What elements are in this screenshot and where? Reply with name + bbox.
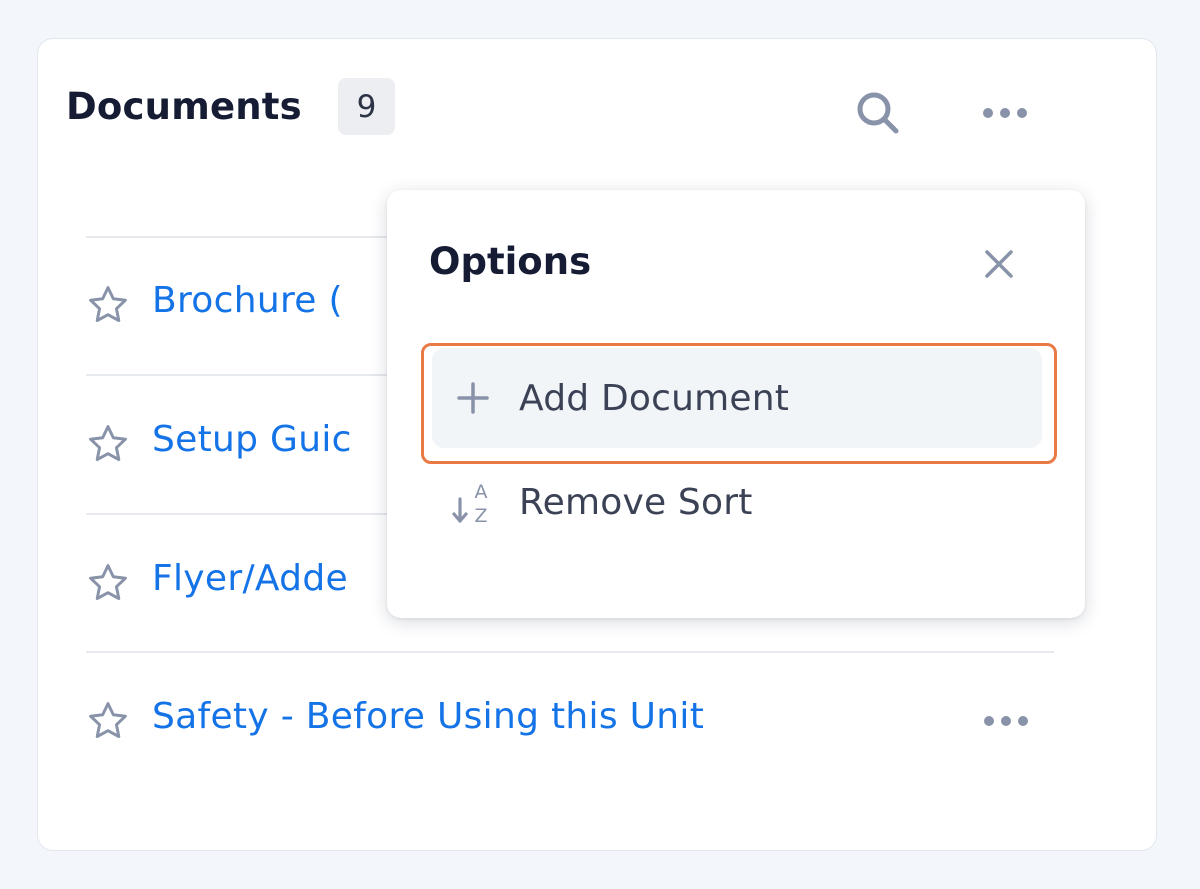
row-more-button[interactable] xyxy=(976,691,1036,751)
star-icon[interactable] xyxy=(86,283,130,327)
search-icon xyxy=(857,92,899,134)
list-item: Safety - Before Using this Unit xyxy=(86,691,1054,751)
document-link[interactable]: Setup Guic xyxy=(152,419,352,460)
ellipsis-icon xyxy=(983,108,1027,118)
document-link[interactable]: Brochure ( xyxy=(152,280,343,321)
menu-item-label: Remove Sort xyxy=(519,482,753,523)
ellipsis-icon xyxy=(984,716,1028,726)
search-button[interactable] xyxy=(848,83,908,143)
options-popover: Options Add Document A Z Remove Sort xyxy=(387,190,1085,618)
close-icon xyxy=(985,250,1013,278)
star-icon[interactable] xyxy=(86,699,130,743)
document-link[interactable]: Flyer/Adde xyxy=(152,558,348,599)
remove-sort-menu-item[interactable]: A Z Remove Sort xyxy=(432,455,1042,550)
document-link[interactable]: Safety - Before Using this Unit xyxy=(152,696,704,737)
close-button[interactable] xyxy=(977,242,1021,286)
menu-item-label: Add Document xyxy=(519,377,790,419)
sort-az-icon: A Z xyxy=(432,479,514,527)
svg-text:Z: Z xyxy=(474,505,487,527)
popover-title: Options xyxy=(429,240,592,283)
star-icon[interactable] xyxy=(86,422,130,466)
star-icon[interactable] xyxy=(86,561,130,605)
document-count-badge: 9 xyxy=(338,78,395,135)
add-document-menu-item[interactable]: Add Document xyxy=(432,348,1042,448)
more-options-button[interactable] xyxy=(975,83,1035,143)
divider xyxy=(86,651,1054,653)
plus-icon xyxy=(432,381,514,415)
page-title: Documents xyxy=(66,85,302,128)
svg-text:A: A xyxy=(475,481,488,503)
